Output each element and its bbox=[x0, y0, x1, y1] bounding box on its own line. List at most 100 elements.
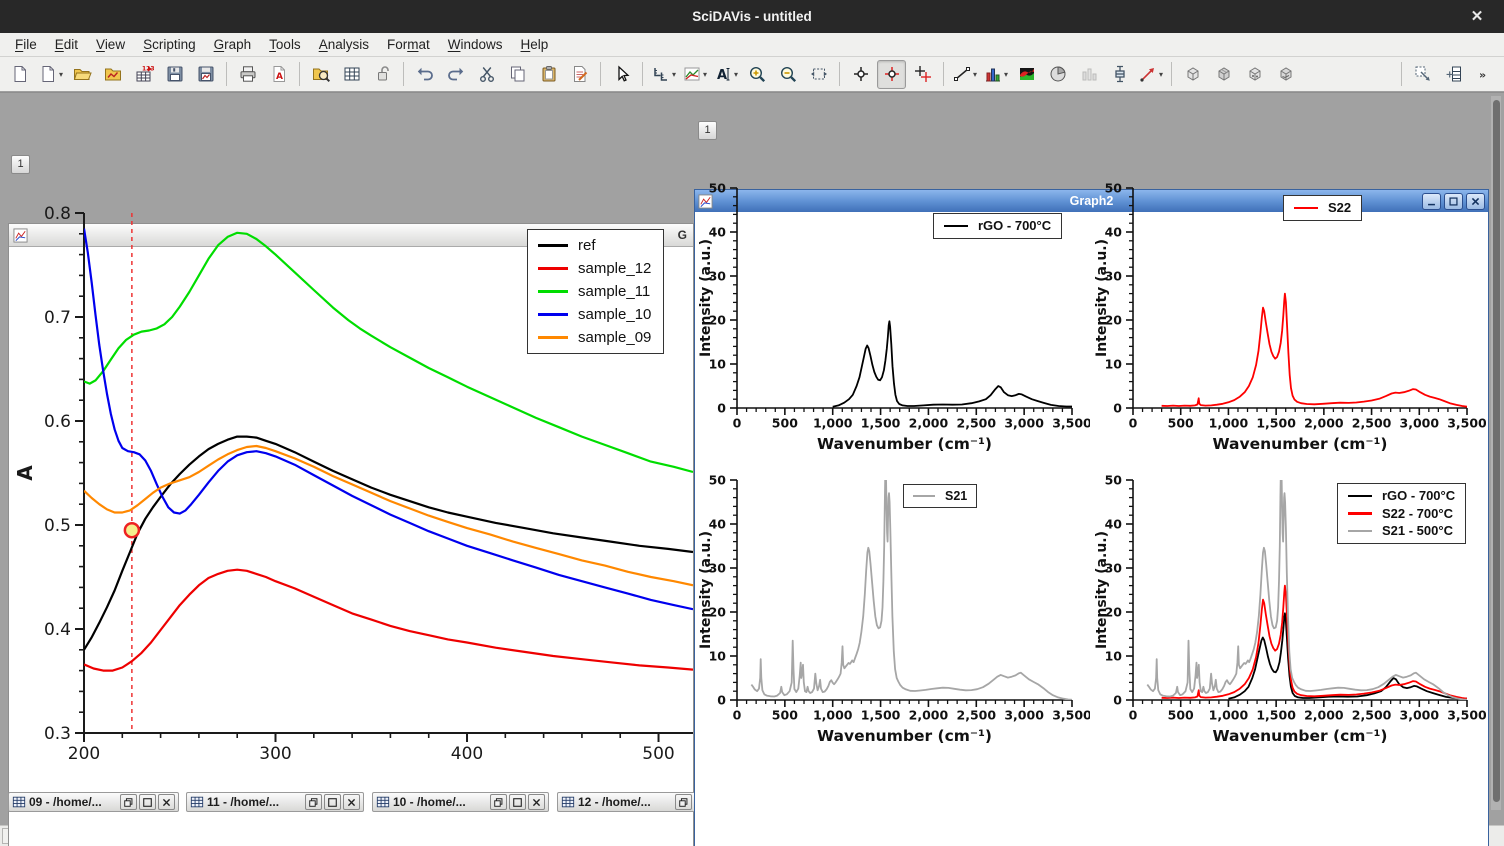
dropdown-arrow-icon[interactable]: ▾ bbox=[59, 70, 63, 79]
lock-toolbars-button[interactable] bbox=[368, 60, 397, 89]
restore-button[interactable] bbox=[120, 794, 137, 810]
draw-line-button[interactable]: ▾ bbox=[950, 60, 979, 89]
close-button[interactable] bbox=[158, 794, 175, 810]
maximize-button[interactable] bbox=[509, 794, 526, 810]
app-close-icon[interactable]: ✕ bbox=[1466, 7, 1488, 25]
svg-text:2,500: 2,500 bbox=[1352, 708, 1392, 723]
results-log-button[interactable] bbox=[337, 60, 366, 89]
taskbar-item-label: 09 - /home/... bbox=[29, 795, 114, 809]
svg-text:3,500: 3,500 bbox=[1447, 416, 1486, 431]
copy-selection-button[interactable] bbox=[503, 60, 532, 89]
taskbar-item-10[interactable]: 10 - /home/... bbox=[372, 792, 549, 812]
plot-spectrogram-button[interactable] bbox=[1012, 60, 1041, 89]
select-data-range-button[interactable] bbox=[908, 60, 937, 89]
menu-graph[interactable]: Graph bbox=[205, 34, 261, 55]
legend-entry: sample_10 bbox=[538, 303, 651, 326]
menu-tools[interactable]: Tools bbox=[260, 34, 310, 55]
legend-entry: S22 - 700°C bbox=[1348, 505, 1455, 523]
scrollbar-thumb[interactable] bbox=[1493, 100, 1500, 802]
paste-selection-button[interactable] bbox=[534, 60, 563, 89]
data-reader-button[interactable] bbox=[877, 60, 906, 89]
svg-text:40: 40 bbox=[1105, 225, 1123, 240]
add-curve-button[interactable]: ▾ bbox=[680, 60, 709, 89]
plot-3d-bars-button bbox=[1074, 60, 1103, 89]
add-layer-button[interactable]: ▾ bbox=[649, 60, 678, 89]
plot-3d-bars3d-button[interactable] bbox=[1209, 60, 1238, 89]
toolbar-separator bbox=[226, 62, 227, 86]
toolbar-separator bbox=[642, 62, 643, 86]
menu-file[interactable]: File bbox=[6, 34, 46, 55]
redo-button[interactable] bbox=[441, 60, 470, 89]
plot-bar-button[interactable]: ▾ bbox=[981, 60, 1010, 89]
plot-vector-button[interactable]: ▾ bbox=[1136, 60, 1165, 89]
dropdown-arrow-icon[interactable]: ▾ bbox=[703, 70, 707, 79]
save-template-button[interactable] bbox=[191, 60, 220, 89]
plot-3d-ribbon-button[interactable] bbox=[1178, 60, 1207, 89]
legend-label: S21 bbox=[945, 489, 967, 503]
close-button[interactable] bbox=[343, 794, 360, 810]
dropdown-arrow-icon[interactable]: ▾ bbox=[973, 70, 977, 79]
cut-selection-button[interactable] bbox=[472, 60, 501, 89]
raman-s21-chart[interactable]: 05001,0001,5002,0002,5003,0003,500010203… bbox=[694, 464, 1090, 750]
dropdown-arrow-icon[interactable]: ▾ bbox=[672, 70, 676, 79]
menu-analysis[interactable]: Analysis bbox=[310, 34, 378, 55]
restore-button[interactable] bbox=[675, 794, 692, 810]
toolbar-overflow-button[interactable]: » bbox=[1470, 60, 1499, 89]
rescale-to-show-all-button[interactable] bbox=[804, 60, 833, 89]
svg-text:1,000: 1,000 bbox=[813, 416, 853, 431]
legend-entry: sample_09 bbox=[538, 326, 651, 349]
pointer-button[interactable] bbox=[607, 60, 636, 89]
data-reader-marker bbox=[125, 523, 139, 537]
raman-s21-chart-legend[interactable]: S21 bbox=[903, 484, 977, 508]
app-titlebar[interactable]: SciDAVis - untitled ✕ bbox=[0, 0, 1504, 33]
mdi-vertical-scrollbar[interactable] bbox=[1491, 96, 1501, 810]
raman-rgo-chart-legend[interactable]: rGO - 700°C bbox=[933, 213, 1062, 239]
menu-edit[interactable]: Edit bbox=[46, 34, 87, 55]
zoom-in-button[interactable] bbox=[742, 60, 771, 89]
open-project-button[interactable] bbox=[67, 60, 96, 89]
graph1-layer-button[interactable]: 1 bbox=[11, 155, 30, 174]
plot-3d-scatter-button[interactable] bbox=[1240, 60, 1269, 89]
maximize-button[interactable] bbox=[139, 794, 156, 810]
import-ascii-button[interactable]: 123 bbox=[129, 60, 158, 89]
raman-combined-chart-legend[interactable]: rGO - 700°CS22 - 700°CS21 - 500°C bbox=[1337, 483, 1466, 544]
zoom-out-button[interactable] bbox=[773, 60, 802, 89]
new-note-button[interactable] bbox=[565, 60, 594, 89]
new-window-button[interactable]: ▾ bbox=[36, 60, 65, 89]
resize-window-button[interactable] bbox=[1408, 60, 1437, 89]
taskbar-item-09[interactable]: 09 - /home/... bbox=[8, 792, 179, 812]
undo-button[interactable] bbox=[410, 60, 439, 89]
open-template-button[interactable] bbox=[98, 60, 127, 89]
maximize-button[interactable] bbox=[324, 794, 341, 810]
raman-s22-chart-legend[interactable]: S22 bbox=[1283, 195, 1362, 221]
add-text-button[interactable]: A▾ bbox=[711, 60, 740, 89]
uv-absorbance-chart-legend[interactable]: refsample_12sample_11sample_10sample_09 bbox=[527, 229, 664, 354]
svg-text:50: 50 bbox=[709, 181, 727, 196]
svg-text:0.8: 0.8 bbox=[44, 204, 71, 224]
plot-box-button[interactable] bbox=[1105, 60, 1134, 89]
menu-scripting[interactable]: Scripting bbox=[134, 34, 205, 55]
menu-view[interactable]: View bbox=[87, 34, 134, 55]
dropdown-arrow-icon[interactable]: ▾ bbox=[1004, 70, 1008, 79]
dropdown-arrow-icon[interactable]: ▾ bbox=[734, 70, 738, 79]
close-button[interactable] bbox=[528, 794, 545, 810]
print-button[interactable] bbox=[233, 60, 262, 89]
menu-help[interactable]: Help bbox=[512, 34, 558, 55]
menu-format[interactable]: Format bbox=[378, 34, 439, 55]
restore-button[interactable] bbox=[490, 794, 507, 810]
new-project-button[interactable] bbox=[5, 60, 34, 89]
save-project-button[interactable] bbox=[160, 60, 189, 89]
add-column-button[interactable]: + bbox=[1439, 60, 1468, 89]
graph2-layer-button[interactable]: 1 bbox=[698, 121, 717, 140]
restore-button[interactable] bbox=[305, 794, 322, 810]
svg-text:Intensity (a.u.): Intensity (a.u.) bbox=[698, 531, 714, 649]
menu-windows[interactable]: Windows bbox=[439, 34, 512, 55]
plot-3d-trajectory-button[interactable] bbox=[1271, 60, 1300, 89]
project-explorer-button[interactable] bbox=[306, 60, 335, 89]
screen-reader-button[interactable] bbox=[846, 60, 875, 89]
series-ref bbox=[84, 437, 693, 650]
export-pdf-button[interactable]: A bbox=[264, 60, 293, 89]
taskbar-item-11[interactable]: 11 - /home/... bbox=[186, 792, 364, 812]
plot-pie-button[interactable] bbox=[1043, 60, 1072, 89]
dropdown-arrow-icon[interactable]: ▾ bbox=[1159, 70, 1163, 79]
